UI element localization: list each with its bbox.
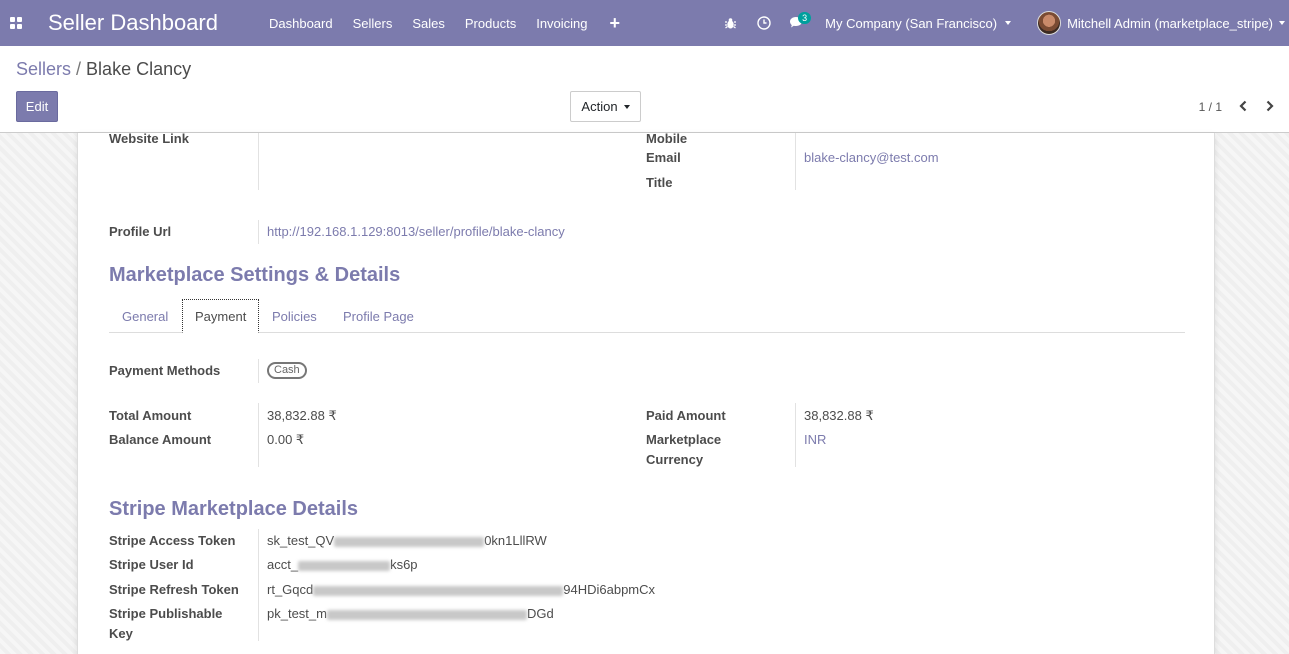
field-divider [258, 359, 259, 383]
balance-amount-value: 0.00 ₹ [267, 432, 305, 447]
apps-menu-icon[interactable] [0, 0, 32, 46]
field-divider [795, 133, 796, 190]
form-sheet: Website Link Mobile Email blake-clancy@t… [77, 131, 1215, 654]
messages-chat-icon[interactable]: 3 [780, 0, 813, 46]
stripe-user-id-label: Stripe User Id [109, 557, 194, 572]
tab-general[interactable]: General [110, 299, 180, 333]
activity-clock-icon[interactable] [747, 0, 780, 46]
company-switcher[interactable]: My Company (San Francisco) [813, 16, 1025, 31]
action-dropdown-button[interactable]: Action [570, 91, 641, 122]
access-token-end: 0kn1LllRW [484, 533, 547, 548]
field-divider [258, 529, 259, 641]
action-label: Action [581, 99, 618, 114]
user-id-end: ks6p [390, 557, 418, 572]
breadcrumb: Sellers / Blake Clancy [16, 59, 191, 80]
breadcrumb-separator: / [76, 59, 82, 79]
stripe-access-token-value: sk_test_QV 0kn1LllRW [267, 533, 547, 548]
pager-next-button[interactable] [1261, 97, 1279, 115]
mobile-label: Mobile [646, 131, 688, 146]
paid-amount-value: 38,832.88 ₹ [804, 408, 874, 423]
stripe-publishable-key-value: pk_test_m DGd [267, 606, 554, 621]
payment-methods-label: Payment Methods [109, 363, 221, 378]
top-navbar: Seller Dashboard Dashboard Sellers Sales… [0, 0, 1289, 46]
redacted-blur [298, 560, 391, 571]
stripe-publishable-key-label-1: Stripe Publishable [109, 606, 223, 621]
marketplace-currency-value[interactable]: INR [804, 432, 826, 447]
payment-method-tag: Cash [267, 362, 307, 379]
user-id-start: acct_ [267, 557, 299, 572]
tab-profile-page[interactable]: Profile Page [331, 299, 426, 333]
email-value[interactable]: blake-clancy@test.com [804, 150, 939, 165]
publishable-key-end: DGd [526, 606, 554, 621]
chevron-down-icon [1279, 21, 1285, 25]
menu-sellers[interactable]: Sellers [343, 0, 403, 46]
marketplace-section-title: Marketplace Settings & Details [109, 264, 401, 286]
publishable-key-start: pk_test_m [267, 606, 327, 621]
field-divider [258, 403, 259, 467]
redacted-blur [313, 585, 564, 596]
refresh-token-end: 94HDi6abpmCx [563, 582, 656, 597]
chevron-down-icon [1005, 21, 1012, 25]
stripe-publishable-key-label-2: Key [109, 626, 133, 641]
menu-more-plus[interactable]: + [598, 0, 633, 46]
balance-amount-label: Balance Amount [109, 432, 212, 447]
stripe-access-token-label: Stripe Access Token [109, 533, 236, 548]
breadcrumb-current: Blake Clancy [86, 59, 192, 79]
breadcrumb-sellers-link[interactable]: Sellers [16, 59, 71, 79]
field-divider [795, 403, 796, 467]
marketplace-currency-label-1: Marketplace [646, 432, 722, 447]
systray: 3 My Company (San Francisco) Mitchell Ad… [714, 0, 1289, 46]
marketplace-tabs: General Payment Policies Profile Page [109, 299, 1185, 333]
website-link-label: Website Link [109, 131, 189, 146]
user-menu[interactable]: Mitchell Admin (marketplace_stripe) [1025, 11, 1289, 35]
redacted-blur [326, 609, 527, 620]
avatar [1037, 11, 1062, 35]
app-title: Seller Dashboard [48, 10, 218, 35]
total-amount-label: Total Amount [109, 408, 192, 423]
pager-value[interactable]: 1 / 1 [1199, 100, 1222, 114]
chat-count-badge: 3 [798, 12, 812, 24]
tab-policies[interactable]: Policies [260, 299, 329, 333]
marketplace-currency-label-2: Currency [646, 452, 704, 467]
field-divider [258, 133, 259, 190]
profile-url-value[interactable]: http://192.168.1.129:8013/seller/profile… [267, 224, 565, 239]
stripe-section-title: Stripe Marketplace Details [109, 498, 358, 520]
total-amount-value: 38,832.88 ₹ [267, 408, 337, 423]
main-menu: Dashboard Sellers Sales Products Invoici… [259, 0, 632, 46]
stripe-user-id-value: acct_ ks6p [267, 557, 418, 572]
profile-url-label: Profile Url [109, 224, 172, 239]
refresh-token-start: rt_Gqcd [267, 582, 314, 597]
control-panel: Sellers / Blake Clancy Edit Action 1 / 1 [0, 46, 1289, 133]
title-label: Title [646, 175, 673, 190]
company-name: My Company (San Francisco) [825, 15, 998, 31]
menu-dashboard[interactable]: Dashboard [259, 0, 343, 46]
access-token-start: sk_test_QV [267, 533, 335, 548]
tab-payment[interactable]: Payment [182, 299, 260, 333]
user-name: Mitchell Admin (marketplace_stripe) [1067, 15, 1273, 31]
chevron-right-icon [1266, 100, 1274, 112]
debug-bug-icon[interactable] [714, 0, 747, 46]
menu-invoicing[interactable]: Invoicing [526, 0, 597, 46]
pager-previous-button[interactable] [1234, 97, 1252, 115]
stripe-refresh-token-value: rt_Gqcd 94HDi6abpmCx [267, 582, 655, 597]
menu-products[interactable]: Products [455, 0, 526, 46]
paid-amount-label: Paid Amount [646, 408, 726, 423]
chevron-down-icon [623, 104, 630, 109]
chevron-left-icon [1239, 100, 1247, 112]
stripe-refresh-token-label: Stripe Refresh Token [109, 582, 239, 597]
field-divider [258, 220, 259, 244]
redacted-blur [334, 536, 485, 547]
email-label: Email [646, 150, 681, 165]
menu-sales[interactable]: Sales [402, 0, 455, 46]
edit-button[interactable]: Edit [16, 91, 58, 122]
